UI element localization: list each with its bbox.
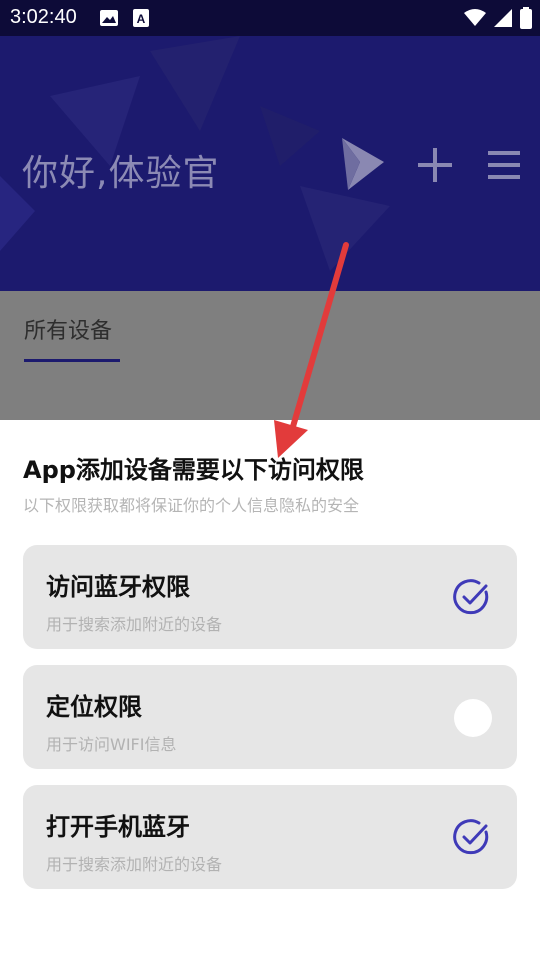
image-icon (100, 10, 118, 26)
permission-description: 用于搜索添加附近的设备 (46, 615, 223, 634)
permission-title: 定位权限 (46, 693, 142, 721)
permission-card-enable-bluetooth[interactable]: 打开手机蓝牙 用于搜索添加附近的设备 (23, 785, 517, 889)
permission-sheet: App添加设备需要以下访问权限 以下权限获取都将保证你的个人信息隐私的安全 访问… (0, 420, 540, 960)
tab-all-devices[interactable]: 所有设备 (24, 313, 112, 345)
status-bar: 3:02:40 A (0, 0, 540, 36)
check-circle-icon[interactable] (453, 578, 491, 616)
status-time: 3:02:40 (10, 6, 77, 28)
greeting-text: 你好,体验官 (22, 153, 220, 194)
a-icon: A (133, 9, 149, 27)
permission-description: 用于访问WIFI信息 (46, 735, 177, 754)
sheet-subtitle: 以下权限获取都将保证你的个人信息隐私的安全 (23, 496, 360, 515)
svg-text:A: A (137, 12, 146, 26)
unchecked-circle-icon[interactable] (454, 699, 492, 737)
battery-icon (520, 7, 532, 29)
permission-title: 打开手机蓝牙 (46, 813, 190, 841)
status-icons (464, 7, 532, 29)
wifi-icon (464, 9, 486, 26)
permission-title: 访问蓝牙权限 (46, 573, 190, 601)
permission-card-location[interactable]: 定位权限 用于访问WIFI信息 (23, 665, 517, 769)
menu-icon[interactable] (488, 150, 520, 180)
check-circle-icon[interactable] (453, 818, 491, 856)
logo-icon[interactable] (338, 136, 386, 192)
tab-indicator (24, 359, 120, 362)
sheet-title: App添加设备需要以下访问权限 (23, 456, 364, 484)
permission-card-bluetooth-access[interactable]: 访问蓝牙权限 用于搜索添加附近的设备 (23, 545, 517, 649)
permission-description: 用于搜索添加附近的设备 (46, 855, 223, 874)
add-icon[interactable] (418, 148, 452, 182)
tab-bar: 所有设备 (0, 291, 540, 420)
signal-icon (494, 9, 512, 27)
header: 你好,体验官 (0, 36, 540, 291)
